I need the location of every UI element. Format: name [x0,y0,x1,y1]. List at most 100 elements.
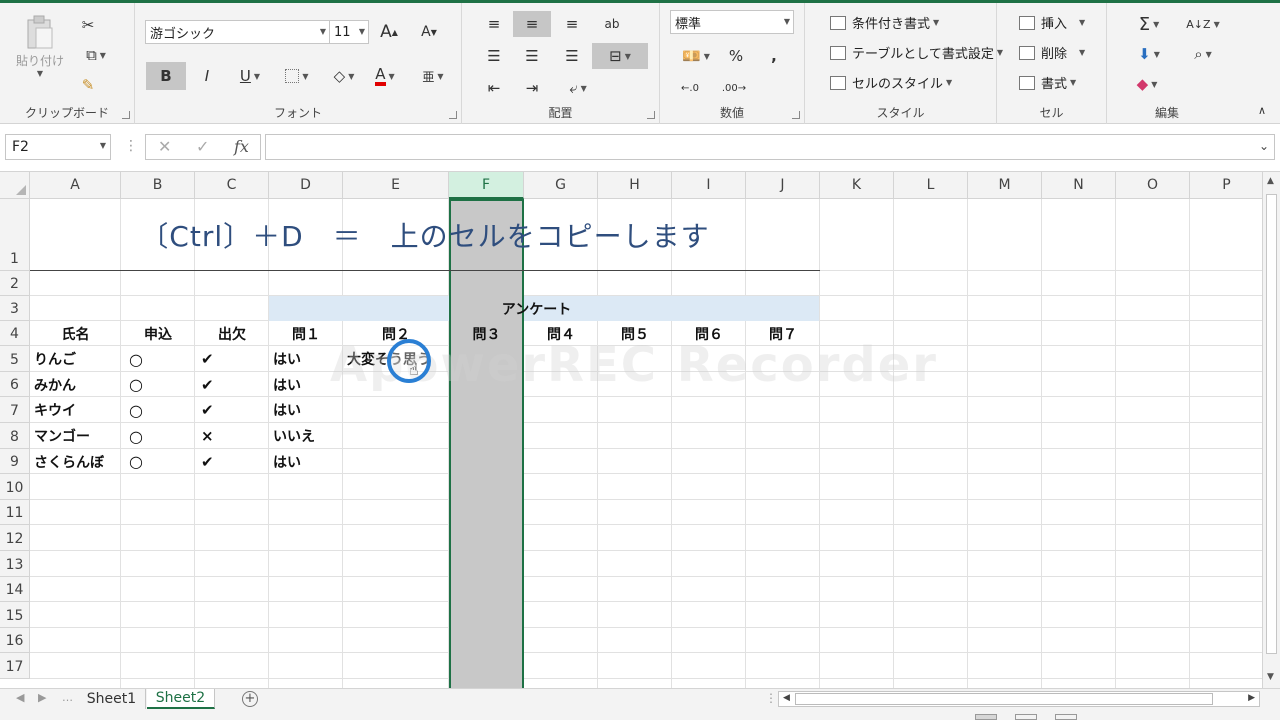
cut-icon[interactable]: ✂ [76,13,100,37]
row-header-10[interactable]: 10 [0,474,30,500]
q1-cell[interactable]: いいえ [269,423,343,449]
name-box[interactable]: F2 ▼ [5,134,111,160]
column-header-l[interactable]: L [894,172,968,199]
row-header-1[interactable]: 1 [0,199,30,271]
horizontal-scrollbar[interactable]: ◀ ▶ [778,691,1260,707]
decrease-font-icon[interactable]: A ▼ [417,20,441,44]
clipboard-launcher-icon[interactable] [122,111,130,119]
phonetic-button[interactable]: 亜 ▼ [413,62,453,90]
copy-button[interactable]: ⧉ ▼ [76,43,116,67]
orientation-icon[interactable]: ab [598,11,626,37]
attendance-cell[interactable]: ✔ [197,346,267,372]
align-center-icon[interactable]: ☰ [518,43,546,69]
name-cell[interactable]: りんご [30,346,121,372]
apply-cell[interactable]: ○ [125,346,195,372]
clear-button[interactable]: ◆ ▼ [1127,71,1167,97]
split-handle-icon[interactable]: ⋮ [765,691,777,705]
prev-sheet-icon[interactable]: ◀ [16,691,24,704]
apply-cell[interactable]: ○ [125,372,195,397]
comma-button[interactable]: , [760,43,788,69]
format-cells-button[interactable]: 書式 ▼ [1019,73,1076,92]
row-header-2[interactable]: 2 [0,271,30,296]
font-color-button[interactable]: A ▼ [365,62,405,90]
header-cell-b[interactable]: 申込 [121,321,195,346]
tab-sheet1[interactable]: Sheet1 [78,689,146,709]
apply-cell[interactable]: ○ [125,449,195,474]
attendance-cell[interactable]: ✔ [197,397,267,423]
tab-more-icon[interactable]: … [62,691,73,704]
insert-button[interactable]: 挿入 ▼ [1019,13,1085,32]
name-cell[interactable]: マンゴー [30,423,121,449]
percent-button[interactable]: % [722,43,750,69]
horizontal-scroll-thumb[interactable] [795,693,1213,705]
increase-decimal-icon[interactable]: ←.0 [676,75,704,101]
header-cell-a[interactable]: 氏名 [30,321,121,346]
vertical-scroll-thumb[interactable] [1266,194,1277,654]
align-top-icon[interactable]: ≡ [480,11,508,37]
delete-button[interactable]: 削除 ▼ [1019,43,1085,62]
increase-font-icon[interactable]: A ▲ [377,20,401,44]
accounting-button[interactable]: 💴 ▼ [676,43,716,69]
row-header-12[interactable]: 12 [0,525,30,551]
row-header-5[interactable]: 5 [0,346,30,372]
worksheet-grid[interactable]: ABCDEFGHIJKLMNOP 1 2 3 4 5 6 7 8 9 10 11 12 13 14 15 16… [0,172,1262,688]
borders-button[interactable]: ▼ [277,62,317,90]
column-header-k[interactable]: K [820,172,894,199]
enter-icon[interactable]: ✓ [196,137,209,156]
row-header-7[interactable]: 7 [0,397,30,423]
merge-center-button[interactable]: ⊟ ▼ [592,43,648,69]
column-header-e[interactable]: E [343,172,449,199]
row-header-16[interactable]: 16 [0,628,30,653]
align-right-icon[interactable]: ☰ [558,43,586,69]
column-header-n[interactable]: N [1042,172,1116,199]
wrap-button[interactable]: ⤶ ▼ [558,75,598,101]
conditional-format-button[interactable]: 条件付き書式 ▼ [830,13,939,32]
number-launcher-icon[interactable] [792,111,800,119]
collapse-ribbon-icon[interactable]: ∧ [1254,102,1270,118]
row-header-3[interactable]: 3 [0,296,30,321]
tab-sheet2[interactable]: Sheet2 [147,689,215,709]
scroll-up-icon[interactable]: ▲ [1267,176,1274,186]
apply-cell[interactable]: ○ [125,423,195,449]
cancel-icon[interactable]: ✕ [158,137,171,156]
align-bottom-icon[interactable]: ≡ [558,11,586,37]
number-format-combo[interactable]: 標準 ▼ [670,10,794,34]
q1-cell[interactable]: はい [269,449,343,474]
align-middle-icon[interactable]: ≡ [513,11,551,37]
column-header-c[interactable]: C [195,172,269,199]
column-header-p[interactable]: P [1190,172,1262,199]
column-header-i[interactable]: I [672,172,746,199]
find-select-button[interactable]: ⌕ ▼ [1183,41,1223,67]
q2-cell[interactable] [343,397,439,423]
autosum-button[interactable]: Σ ▼ [1127,11,1171,37]
column-header-o[interactable]: O [1116,172,1190,199]
name-cell[interactable]: さくらんぼ [30,449,121,474]
align-left-icon[interactable]: ☰ [480,43,508,69]
italic-button[interactable]: I [193,62,221,90]
row-header-4[interactable]: 4 [0,321,30,346]
row-header-8[interactable]: 8 [0,423,30,449]
row-header-11[interactable]: 11 [0,500,30,525]
alignment-launcher-icon[interactable] [647,111,655,119]
formula-bar-handle[interactable]: ⋮ [124,138,138,154]
expand-formula-icon[interactable]: ⌄ [1259,139,1269,153]
font-name-combo[interactable]: 游ゴシック ▼ [145,20,330,44]
attendance-cell[interactable]: × [197,423,267,449]
row-header-17[interactable]: 17 [0,653,30,679]
cell-styles-button[interactable]: セルのスタイル ▼ [830,73,952,92]
column-header-g[interactable]: G [524,172,598,199]
page-break-view-icon[interactable] [1055,714,1077,720]
font-size-combo[interactable]: 11 ▼ [329,20,369,44]
row-header-13[interactable]: 13 [0,551,30,577]
format-as-table-button[interactable]: テーブルとして書式設定 ▼ [830,43,1003,62]
decrease-decimal-icon[interactable]: .00→ [720,75,748,101]
normal-view-icon[interactable] [975,714,997,720]
row-header-15[interactable]: 15 [0,602,30,628]
survey-header[interactable]: アンケート [449,296,624,321]
column-header-b[interactable]: B [121,172,195,199]
increase-indent-icon[interactable]: ⇥ [518,75,546,101]
add-sheet-icon[interactable]: + [242,691,258,707]
scroll-down-icon[interactable]: ▼ [1267,672,1274,682]
underline-button[interactable]: U ▼ [231,62,269,90]
vertical-scrollbar[interactable]: ▲ ▼ [1262,172,1280,688]
